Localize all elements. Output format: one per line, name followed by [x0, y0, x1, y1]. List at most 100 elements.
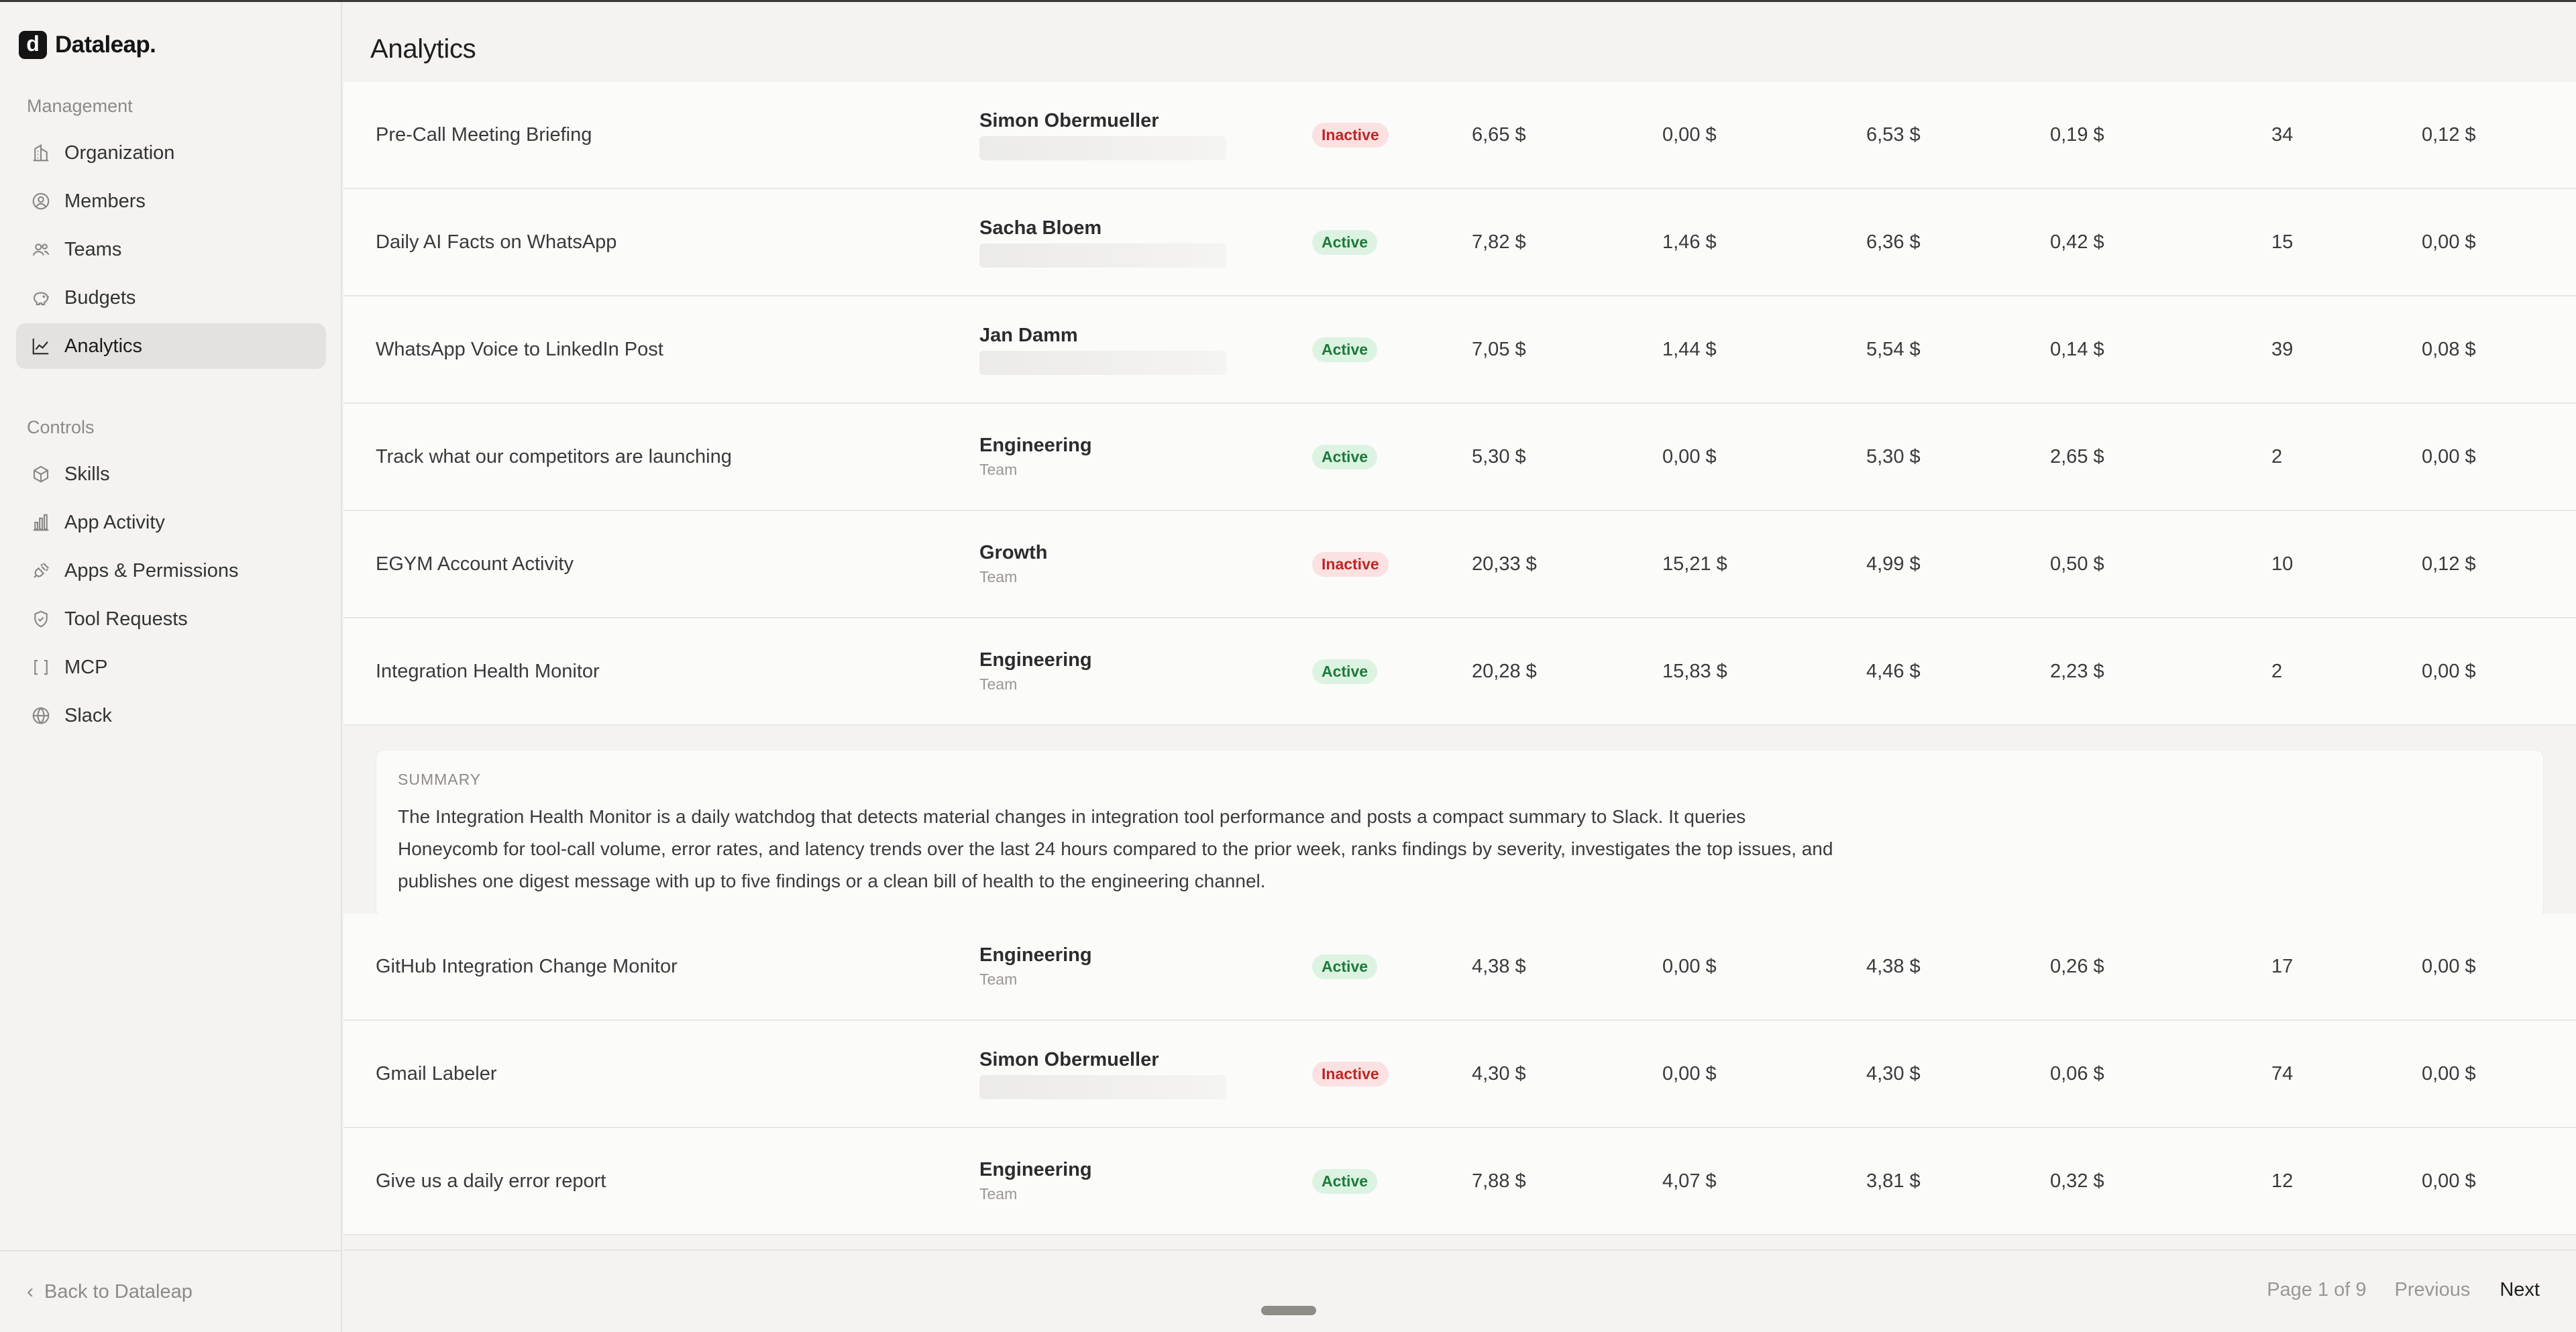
value-v6: 0,00 $	[2422, 231, 2476, 253]
value-v6: 0,12 $	[2422, 123, 2476, 146]
user-circle-icon	[31, 191, 51, 211]
value-v6: 0,00 $	[2422, 445, 2476, 467]
owner-name: Sacha Bloem	[979, 217, 1102, 239]
table-row[interactable]: Daily AI Facts on WhatsApp Sacha Bloem Act…	[343, 189, 2576, 296]
value-v1: 7,82 $	[1472, 231, 1526, 253]
owner-email-redacted	[979, 1074, 1226, 1099]
owner-email-redacted	[979, 350, 1226, 375]
next-page-button[interactable]: Next	[2500, 1279, 2540, 1301]
status-cell: Active	[1312, 1128, 1446, 1234]
owner-name: Simon Obermueller	[979, 109, 1159, 131]
value-v6: 0,08 $	[2422, 338, 2476, 360]
piggy-bank-icon	[31, 288, 51, 308]
table-row[interactable]: Gmail Labeler Simon Obermueller Inactive 4,…	[343, 1021, 2576, 1128]
owner-type: Team	[979, 1185, 1018, 1203]
owner-cell: Engineering Team	[979, 404, 1261, 510]
value-v2: 0,00 $	[1662, 123, 1717, 146]
page-indicator: Page 1 of 9	[2267, 1279, 2367, 1300]
value-v5: 10	[2271, 553, 2294, 575]
value-v6: 0,12 $	[2422, 553, 2476, 575]
row-summary-panel: SUMMARY The Integration Health Monitor is…	[343, 726, 2576, 940]
sidebar-item-organization[interactable]: Organization	[16, 130, 326, 176]
sidebar-item-label: Slack	[64, 704, 112, 726]
table-row[interactable]: Give us a daily error report Engineering T…	[343, 1128, 2576, 1235]
bar-chart-icon	[31, 512, 51, 533]
nav-heading-controls: Controls	[27, 417, 95, 437]
shield-check-icon	[31, 609, 51, 629]
value-v4: 0,19 $	[2050, 123, 2104, 146]
owner-type: Team	[979, 461, 1018, 478]
back-to-dataleap-link[interactable]: ‹ Back to Dataleap	[27, 1280, 193, 1303]
back-link-label: Back to Dataleap	[44, 1280, 193, 1302]
sidebar-item-analytics[interactable]: Analytics	[16, 323, 326, 369]
summary-card: SUMMARY The Integration Health Monitor is…	[376, 750, 2544, 918]
sidebar-item-budgets[interactable]: Budgets	[16, 275, 326, 321]
sidebar-divider	[0, 1250, 342, 1252]
value-v5: 39	[2271, 338, 2294, 360]
status-cell: Active	[1312, 404, 1446, 510]
sidebar: d Dataleap. Management Organization Memb…	[0, 2, 342, 1332]
skill-name: Gmail Labeler	[376, 1062, 497, 1085]
building-icon	[31, 143, 51, 163]
owner-name: Engineering	[979, 435, 1092, 456]
owner-cell: Sacha Bloem	[979, 189, 1261, 295]
value-v4: 2,23 $	[2050, 660, 2104, 682]
globe-icon	[31, 706, 51, 726]
sidebar-item-label: Skills	[64, 463, 110, 485]
value-v6: 0,00 $	[2422, 1062, 2476, 1085]
previous-page-button[interactable]: Previous	[2395, 1279, 2471, 1301]
value-v1: 6,65 $	[1472, 123, 1526, 146]
sidebar-item-skills[interactable]: Skills	[16, 451, 326, 497]
status-badge: Inactive	[1312, 122, 1389, 148]
owner-name: Engineering	[979, 944, 1092, 966]
sidebar-item-label: Budgets	[64, 286, 136, 309]
table-row[interactable]: EGYM Account Activity Growth Team Inactive 2…	[343, 511, 2576, 618]
owner-type: Team	[979, 675, 1018, 693]
value-v2: 0,00 $	[1662, 1062, 1717, 1085]
brand-name: Dataleap.	[55, 32, 156, 58]
table-row[interactable]: Pre-Call Meeting Briefing Simon Obermuell…	[343, 82, 2576, 189]
skill-name: WhatsApp Voice to LinkedIn Post	[376, 338, 663, 360]
sidebar-item-label: Organization	[64, 142, 175, 164]
status-cell: Active	[1312, 296, 1446, 402]
sidebar-item-label: Tool Requests	[64, 608, 188, 630]
sidebar-item-app-activity[interactable]: App Activity	[16, 500, 326, 545]
table-row[interactable]: GitHub Integration Change Monitor Enginee…	[343, 913, 2576, 1021]
status-badge: Active	[1312, 954, 1378, 979]
skill-name: Daily AI Facts on WhatsApp	[376, 231, 617, 253]
brand[interactable]: d Dataleap.	[19, 30, 156, 60]
summary-text: The Integration Health Monitor is a dail…	[398, 806, 1833, 891]
status-cell: Active	[1312, 913, 1446, 1019]
sidebar-item-teams[interactable]: Teams	[16, 227, 326, 272]
value-v2: 0,00 $	[1662, 445, 1717, 467]
status-badge: Active	[1312, 229, 1378, 255]
sidebar-item-members[interactable]: Members	[16, 178, 326, 224]
resize-handle[interactable]	[1261, 1306, 1316, 1315]
sidebar-item-label: Members	[64, 190, 146, 212]
owner-name: Engineering	[979, 649, 1092, 671]
value-v4: 0,26 $	[2050, 955, 2104, 977]
owner-cell: Engineering Team	[979, 913, 1261, 1019]
sidebar-item-slack[interactable]: Slack	[16, 693, 326, 738]
status-cell: Inactive	[1312, 511, 1446, 617]
value-v5: 12	[2271, 1170, 2294, 1192]
sidebar-item-apps-permissions[interactable]: Apps & Permissions	[16, 548, 326, 594]
table-row[interactable]: WhatsApp Voice to LinkedIn Post Jan Damm A…	[343, 296, 2576, 404]
owner-name: Jan Damm	[979, 324, 1078, 346]
value-v2: 1,46 $	[1662, 231, 1717, 253]
table-row[interactable]: Integration Health Monitor Engineering Tea…	[343, 618, 2576, 726]
sidebar-item-mcp[interactable]: MCP	[16, 645, 326, 690]
owner-cell: Engineering Team	[979, 1128, 1261, 1234]
value-v6: 0,00 $	[2422, 1170, 2476, 1192]
value-v4: 2,65 $	[2050, 445, 2104, 467]
owner-email-redacted	[979, 135, 1226, 160]
table-row[interactable]: Track what our competitors are launching…	[343, 404, 2576, 511]
status-badge: Inactive	[1312, 551, 1389, 577]
sidebar-item-tool-requests[interactable]: Tool Requests	[16, 596, 326, 642]
status-badge: Active	[1312, 659, 1378, 684]
value-v1: 5,30 $	[1472, 445, 1526, 467]
value-v5: 17	[2271, 955, 2294, 977]
users-icon	[31, 239, 51, 260]
value-v3: 4,46 $	[1866, 660, 1921, 682]
value-v3: 5,54 $	[1866, 338, 1921, 360]
